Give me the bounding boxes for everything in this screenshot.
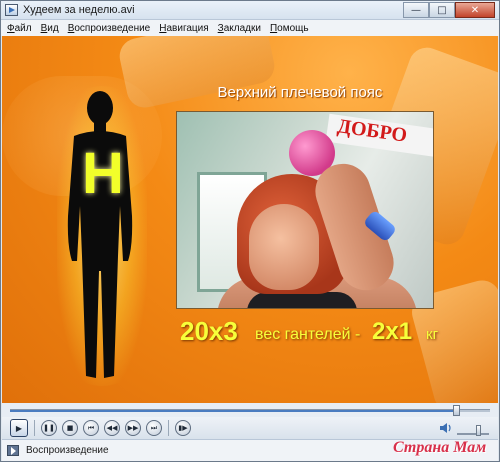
fast-forward-icon: ▶▶: [127, 424, 139, 432]
status-text: Воспроизведение: [26, 445, 109, 456]
window-controls: — □ ✕: [403, 2, 495, 18]
status-play-icon: [7, 445, 19, 456]
exercise-heading: Верхний плечевой пояс: [217, 84, 383, 101]
menu-item[interactable]: Помощь: [270, 23, 309, 34]
menu-item[interactable]: Файл: [7, 23, 32, 34]
maximize-button[interactable]: □: [429, 2, 455, 18]
watermark-logo: Страна Мам: [393, 439, 487, 456]
rewind-icon: ◀◀: [106, 424, 118, 432]
maximize-icon: □: [437, 4, 447, 16]
playback-controls: ▶ ❚❚ ■ ⏮ ◀◀ ▶▶ ⏭ ▮▶: [2, 417, 498, 439]
skip-forward-icon: ⏭: [150, 423, 158, 432]
volume-icon[interactable]: [439, 421, 453, 435]
rewind-button[interactable]: ◀◀: [104, 420, 120, 436]
toolbar-separator: [168, 420, 169, 436]
stop-icon: ■: [66, 424, 74, 432]
menu-bar: Файл Вид Воспроизведение Навигация Закладки П…: [1, 20, 499, 36]
minimize-button[interactable]: —: [403, 2, 429, 18]
seek-bar-area: [2, 403, 498, 417]
minimize-icon: —: [411, 4, 421, 16]
play-button[interactable]: ▶: [10, 419, 28, 437]
close-button[interactable]: ✕: [455, 2, 495, 18]
seek-bar[interactable]: [10, 409, 490, 412]
media-player-window: Худеем за неделю.avi — □ ✕ Файл Вид Воспро…: [0, 0, 500, 462]
title-bar[interactable]: Худеем за неделю.avi — □ ✕: [1, 1, 499, 20]
pause-icon: ❚❚: [43, 424, 55, 432]
seek-thumb[interactable]: [453, 405, 460, 416]
frame-step-button[interactable]: ▮▶: [175, 420, 191, 436]
exercise-photo: ДОБРО: [176, 111, 434, 309]
skip-back-icon: ⏮: [87, 423, 95, 432]
menu-item[interactable]: Навигация: [159, 23, 208, 34]
pause-button[interactable]: ❚❚: [41, 420, 57, 436]
forward-button[interactable]: ▶▶: [125, 420, 141, 436]
close-icon: ✕: [470, 4, 480, 16]
woman-face: [249, 204, 319, 290]
play-icon: ▶: [15, 423, 23, 433]
volume-thumb[interactable]: [476, 425, 481, 436]
body-silhouette-icon: [67, 91, 133, 378]
weight-description: вес гантелей -: [255, 326, 361, 343]
stop-button[interactable]: ■: [62, 420, 78, 436]
seek-progress: [10, 410, 456, 412]
next-button[interactable]: ⏭: [146, 420, 162, 436]
menu-item[interactable]: Воспроизведение: [68, 23, 151, 34]
volume-slider[interactable]: [457, 433, 489, 435]
menu-item[interactable]: Закладки: [218, 23, 261, 34]
silhouette-letter: Н: [82, 141, 124, 206]
video-frame[interactable]: Н Верхний плечевой пояс ДОБРО 20х3 вес г…: [2, 36, 498, 403]
previous-button[interactable]: ⏮: [83, 420, 99, 436]
menu-item[interactable]: Вид: [41, 23, 59, 34]
weight-value: 2х1: [372, 318, 413, 345]
window-title: Худеем за неделю.avi: [23, 4, 135, 16]
reps-count: 20х3: [180, 316, 238, 346]
weight-unit: кг: [426, 326, 439, 343]
app-icon[interactable]: [5, 4, 18, 16]
woman-top: [247, 292, 357, 308]
toolbar-separator: [34, 420, 35, 436]
frame-step-icon: ▮▶: [178, 424, 188, 432]
